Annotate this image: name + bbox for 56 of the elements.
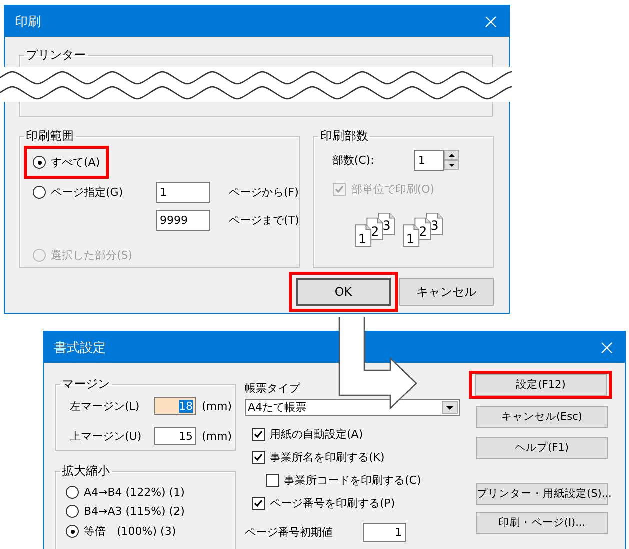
field-label: 左マージン(L): [70, 398, 141, 414]
field-label: ページ番号初期値: [245, 525, 334, 540]
text-field[interactable]: 1: [156, 182, 210, 203]
group-label: プリンター: [25, 47, 87, 64]
dialog-button[interactable]: キャンセル: [399, 278, 494, 306]
dialog-button[interactable]: OK: [296, 278, 391, 306]
radio-button[interactable]: [66, 486, 79, 499]
group-label: 印刷部数: [319, 128, 370, 145]
dialog-button[interactable]: ヘルプ(F1): [476, 437, 608, 459]
group-label: 拡大縮小: [61, 463, 111, 480]
dialog-button[interactable]: 設定(F12): [475, 374, 607, 396]
radio-button[interactable]: [66, 505, 79, 518]
group-label: マージン: [61, 376, 111, 393]
close-icon[interactable]: [601, 342, 613, 354]
text-field[interactable]: 9999: [156, 210, 210, 231]
field-label: 部数(C):: [332, 153, 376, 168]
window-title: 書式設定: [54, 340, 106, 356]
number-field[interactable]: 15: [154, 427, 196, 445]
group-label: 印刷範囲: [25, 128, 75, 145]
checkbox-label: 部単位で印刷(O): [351, 182, 435, 197]
number-field[interactable]: 18: [154, 397, 196, 415]
field-label: ページまで(T): [229, 213, 300, 228]
field-label: 上マージン(U): [70, 428, 143, 444]
number-field[interactable]: 1: [363, 523, 406, 542]
dropdown-field[interactable]: A4たて帳票: [245, 399, 460, 416]
dialog-button[interactable]: キャンセル(Esc): [476, 406, 608, 428]
number-field[interactable]: 1: [414, 150, 444, 171]
radio-button[interactable]: [33, 186, 46, 199]
radio-label: 選択した部分(S): [51, 248, 133, 263]
checkbox-label: 事業所コードを印刷する(C): [284, 473, 422, 488]
checkbox-label: 事業所名を印刷する(K): [270, 450, 385, 465]
dropdown-button[interactable]: [442, 401, 458, 414]
checkbox[interactable]: [252, 428, 265, 441]
checkbox[interactable]: [266, 474, 279, 487]
checkbox-label: ページ番号を印刷する(P): [270, 496, 396, 511]
close-icon[interactable]: [485, 16, 497, 28]
unit-label: (mm): [202, 430, 232, 442]
radio-label: ページ指定(G): [51, 185, 124, 200]
checkbox[interactable]: [252, 451, 265, 464]
window-title: 印刷: [15, 14, 41, 30]
unit-label: (mm): [202, 400, 232, 412]
dropdown-value: A4たて帳票: [248, 400, 307, 415]
checkbox-label: 用紙の自動設定(A): [270, 427, 364, 442]
field-label: 帳票タイプ: [245, 381, 302, 396]
radio-label: B4→A3 (115%) (2): [84, 505, 185, 518]
spin-down-button[interactable]: [444, 160, 460, 170]
radio-label: 等倍 (100%) (3): [84, 524, 176, 539]
dialog-button[interactable]: 印刷・ページ(I)...: [476, 512, 608, 534]
radio-option[interactable]: ページ指定(G): [33, 185, 137, 200]
radio-button[interactable]: [66, 525, 79, 538]
radio-label: すべて(A): [51, 155, 100, 170]
checkbox[interactable]: [252, 497, 265, 510]
spin-up-button[interactable]: [444, 150, 460, 160]
radio-label: A4→B4 (122%) (1): [84, 486, 185, 499]
field-label: ページから(F): [229, 185, 300, 200]
radio-button[interactable]: [33, 156, 46, 169]
